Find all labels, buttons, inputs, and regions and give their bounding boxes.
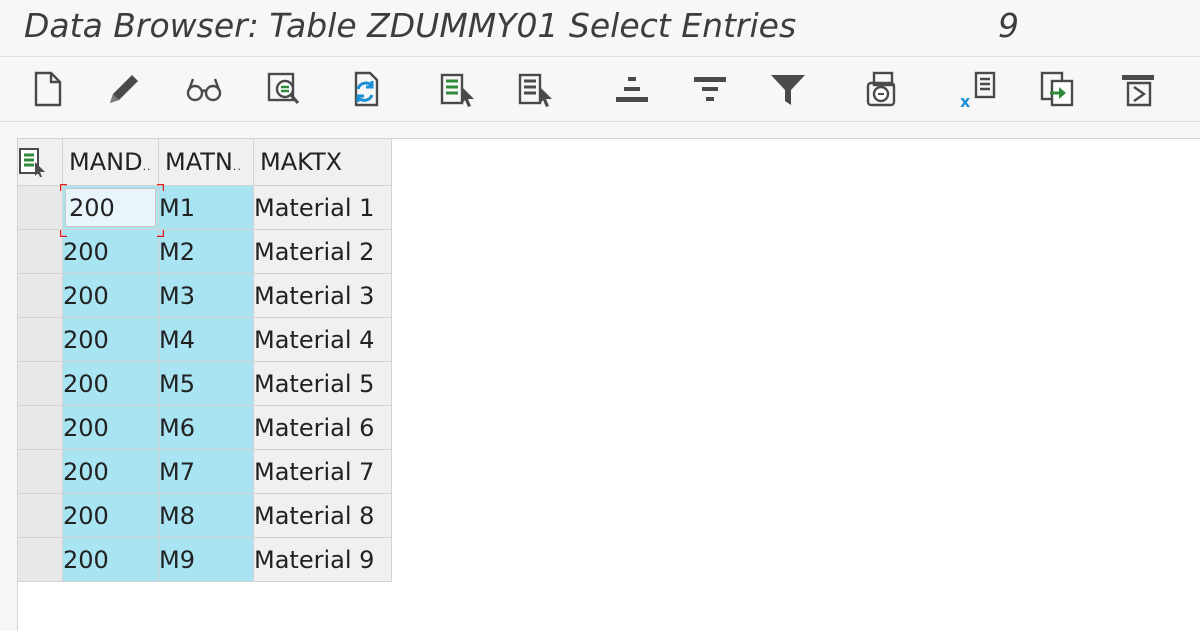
title-bar: Data Browser: Table ZDUMMY01 Select Entr… [0,0,1200,57]
table-row: 200 M7 Material 7 [17,449,392,494]
table-cell-matnr[interactable]: M2 [158,229,254,274]
export-excel-icon[interactable]: x [958,69,998,109]
deselect-all-icon[interactable] [516,69,556,109]
select-all-grid-icon [19,148,45,177]
row-selector[interactable] [17,185,63,230]
layout-icon[interactable] [1118,69,1158,109]
application-toolbar: x [0,57,1200,122]
table-cell-maktx[interactable]: Material 1 [253,185,392,230]
table-row: 200 M6 Material 6 [17,405,392,450]
table-cell-matnr[interactable]: M9 [158,537,254,582]
focus-corner-marker [60,184,67,191]
table-cell-mandt[interactable]: 200 [62,361,159,406]
table-cell-maktx[interactable]: Material 8 [253,493,392,538]
table-cell-mandt[interactable]: 200 [62,273,159,318]
row-selector[interactable] [17,229,63,274]
print-preview-icon[interactable] [862,69,902,109]
table-cell-maktx[interactable]: Material 6 [253,405,392,450]
table-cell-mandt[interactable]: 200 [62,493,159,538]
row-selector[interactable] [17,449,63,494]
column-header-matnr[interactable]: MATN.. [158,138,254,186]
row-selector[interactable] [17,537,63,582]
table-row: 200 M1 Material 1 [17,185,392,230]
header-row: MAND.. MATN.. MAKTX [17,138,392,186]
focus-corner-marker [60,230,67,237]
check-table-icon[interactable] [264,69,304,109]
table-cell-mandt[interactable]: 200 [62,537,159,582]
column-header-matnr-label: MATN [165,148,233,176]
table-row: 200 M5 Material 5 [17,361,392,406]
column-header-maktx-label: MAKTX [260,148,343,176]
select-all-icon[interactable] [438,69,478,109]
column-header-maktx[interactable]: MAKTX [253,138,392,186]
table-row: 200 M3 Material 3 [17,273,392,318]
table-cell-matnr[interactable]: M1 [158,185,254,230]
table-row: 200 M2 Material 2 [17,229,392,274]
column-header-mandt-label: MAND [69,148,143,176]
row-selector[interactable] [17,405,63,450]
table-cell-maktx[interactable]: Material 3 [253,273,392,318]
table-cell-matnr[interactable]: M4 [158,317,254,362]
entry-count: 9 [998,6,1019,45]
sort-ascending-icon[interactable] [612,69,652,109]
export-icon[interactable] [1038,69,1078,109]
table-row: 200 M8 Material 8 [17,493,392,538]
truncation-marker: .. [142,160,152,173]
refresh-icon[interactable] [344,69,384,109]
change-icon[interactable] [104,69,144,109]
window-title: Data Browser: Table ZDUMMY01 Select Entr… [24,6,797,45]
data-grid: MAND.. MATN.. MAKTX 200 M1 Material 1 20… [17,138,392,582]
table-cell-mandt[interactable]: 200 [62,317,159,362]
table-cell-matnr[interactable]: M6 [158,405,254,450]
row-selector[interactable] [17,361,63,406]
table-cell-maktx[interactable]: Material 7 [253,449,392,494]
row-selector[interactable] [17,317,63,362]
row-selector[interactable] [17,273,63,318]
create-icon[interactable] [28,69,68,109]
row-selector[interactable] [17,493,63,538]
filter-icon[interactable] [768,69,808,109]
table-cell-maktx[interactable]: Material 9 [253,537,392,582]
table-cell-mandt[interactable]: 200 [62,229,159,274]
sort-descending-icon[interactable] [690,69,730,109]
table-cell-matnr[interactable]: M8 [158,493,254,538]
select-all-rows-button[interactable] [17,138,63,186]
table-cell-matnr[interactable]: M7 [158,449,254,494]
table-row: 200 M4 Material 4 [17,317,392,362]
table-cell-matnr[interactable]: M3 [158,273,254,318]
focus-corner-marker [157,184,164,191]
table-row: 200 M9 Material 9 [17,537,392,582]
table-cell-mandt[interactable]: 200 [62,449,159,494]
svg-text:x: x [960,92,971,109]
table-cell-maktx[interactable]: Material 5 [253,361,392,406]
table-cell-maktx[interactable]: Material 2 [253,229,392,274]
cell-value-mandt: 200 [69,193,115,222]
column-header-mandt[interactable]: MAND.. [62,138,159,186]
display-icon[interactable] [184,69,224,109]
focus-corner-marker [157,230,164,237]
table-cell-mandt[interactable]: 200 [62,405,159,450]
table-cell-maktx[interactable]: Material 4 [253,317,392,362]
table-cell-mandt[interactable]: 200 [62,185,159,230]
truncation-marker: .. [232,160,242,173]
table-cell-matnr[interactable]: M5 [158,361,254,406]
